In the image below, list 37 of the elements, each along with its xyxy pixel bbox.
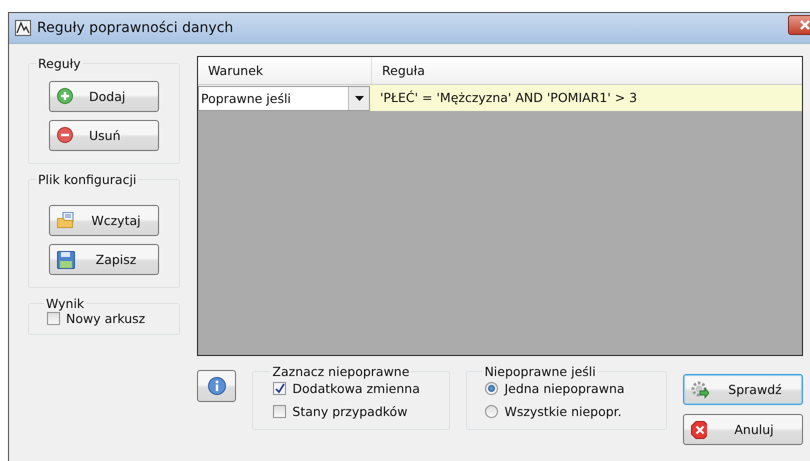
radio-button[interactable] <box>485 405 498 418</box>
info-button[interactable] <box>197 370 236 402</box>
dropdown[interactable]: Poprawne jeśli <box>198 86 370 111</box>
radio-button[interactable] <box>485 382 498 395</box>
column-header[interactable]: Reguła <box>372 57 435 84</box>
caret-icon <box>354 96 364 101</box>
toolbar-button[interactable]: Wczytaj <box>49 205 159 236</box>
folder-icon <box>57 212 75 230</box>
check-button[interactable]: Sprawdź <box>683 374 803 405</box>
checkbox-label: Nowy arkusz <box>66 311 146 326</box>
group-title: Plik konfiguracji <box>37 172 138 187</box>
close-icon <box>799 20 810 30</box>
table-cell[interactable]: 'PŁEĆ' = 'Mężczyzna' AND 'POMIAR1' > 3 <box>370 85 802 111</box>
checkbox-label: Dodatkowa zmienna <box>292 381 420 396</box>
toolbar-button[interactable]: Zapisz <box>49 244 159 275</box>
group-title: Reguły <box>37 56 82 71</box>
group-title: Niepoprawne jeśli <box>483 364 597 379</box>
checkbox[interactable] <box>273 405 286 418</box>
cancel-button[interactable]: Anuluj <box>683 414 803 445</box>
column-header[interactable]: Warunek <box>198 57 372 84</box>
radio-label: Jedna niepoprawna <box>504 381 625 396</box>
plus-icon <box>57 88 73 106</box>
gear-icon <box>691 380 709 398</box>
checkbox-label: Stany przypadków <box>292 404 408 419</box>
checkmark-icon <box>274 383 286 394</box>
checkbox[interactable] <box>273 382 286 395</box>
error-icon <box>691 420 707 438</box>
window-title: Reguły poprawności danych <box>37 20 234 36</box>
group-title: Wynik <box>45 296 86 311</box>
radio-label: Wszystkie niepopr. <box>504 404 622 419</box>
toolbar-button[interactable]: Usuń <box>49 120 159 151</box>
group-title: Zaznacz niepoprawne <box>271 364 410 379</box>
chart-icon <box>15 20 31 36</box>
toolbar-button[interactable]: Dodaj <box>49 81 159 112</box>
checkbox[interactable] <box>47 312 60 325</box>
minus-icon <box>57 126 73 144</box>
info-icon <box>208 377 226 395</box>
